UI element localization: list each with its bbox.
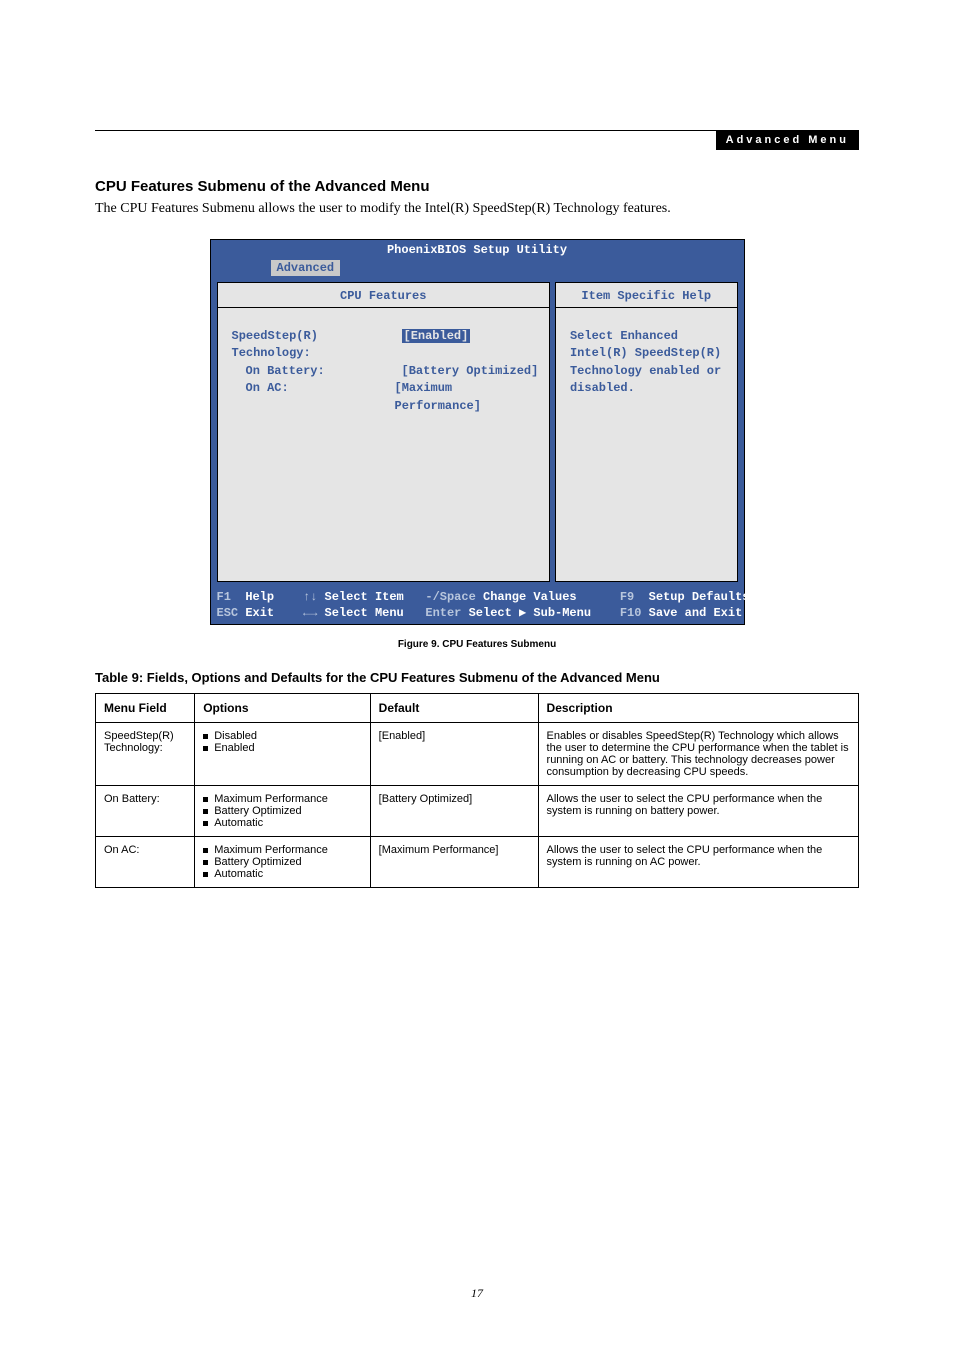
bios-footer: F1 Help ↑↓ Select Item -/Space Change Va… [211, 587, 744, 624]
cell-options: Maximum Performance Battery Optimized Au… [195, 786, 370, 837]
table-row: SpeedStep(R) Technology: Disabled Enable… [96, 723, 859, 786]
table-title: Table 9: Fields, Options and Defaults fo… [95, 670, 859, 685]
bios-item-label: On AC: [232, 380, 395, 415]
section-intro: The CPU Features Submenu allows the user… [95, 201, 859, 217]
bios-item-value: [Maximum Performance] [395, 380, 539, 415]
cell-description: Allows the user to select the CPU perfor… [538, 786, 858, 837]
bios-screenshot: PhoenixBIOS Setup Utility Advanced CPU F… [210, 239, 745, 625]
bios-left-panel: CPU Features SpeedStep(R) Technology: [E… [217, 282, 550, 582]
bios-tab-advanced: Advanced [271, 260, 341, 276]
table-row: On AC: Maximum Performance Battery Optim… [96, 837, 859, 888]
bios-footer-key: F1 [217, 589, 231, 605]
bios-footer-label: Select Menu [325, 605, 404, 621]
option-item: Battery Optimized [203, 856, 361, 868]
option-item: Enabled [203, 742, 361, 754]
bios-menubar: Advanced [211, 259, 744, 277]
bios-footer-label: Help [245, 589, 274, 605]
th-description: Description [538, 694, 858, 723]
bios-item-label: SpeedStep(R) Technology: [232, 328, 402, 363]
cell-options: Disabled Enabled [195, 723, 370, 786]
bios-footer-key: ←→ [303, 605, 317, 621]
bios-footer-key: -/Space [425, 589, 475, 605]
option-item: Automatic [203, 817, 361, 829]
cell-menu-field: SpeedStep(R) Technology: [96, 723, 195, 786]
bios-help-line: Technology enabled or [570, 363, 727, 380]
bios-footer-label: Exit [245, 605, 274, 621]
bios-right-panel: Item Specific Help Select Enhanced Intel… [555, 282, 738, 582]
section-title: CPU Features Submenu of the Advanced Men… [95, 178, 859, 195]
options-table: Menu Field Options Default Description S… [95, 693, 859, 888]
bios-footer-key: ESC [217, 605, 239, 621]
cell-default: [Maximum Performance] [370, 837, 538, 888]
cell-menu-field: On Battery: [96, 786, 195, 837]
bios-footer-label: Save and Exit [649, 605, 743, 621]
bios-item-value-selected: [Enabled] [402, 329, 471, 343]
bios-help-line: Select Enhanced [570, 328, 727, 345]
cell-default: [Enabled] [370, 723, 538, 786]
table-row: On Battery: Maximum Performance Battery … [96, 786, 859, 837]
bios-item-value: [Battery Optimized] [402, 363, 539, 380]
figure-caption: Figure 9. CPU Features Submenu [95, 639, 859, 650]
cell-description: Enables or disables SpeedStep(R) Technol… [538, 723, 858, 786]
option-item: Disabled [203, 730, 361, 742]
bios-footer-key: F10 [620, 605, 642, 621]
bios-item-label: On Battery: [232, 363, 402, 380]
cell-menu-field: On AC: [96, 837, 195, 888]
header-menu-label: Advanced Menu [716, 130, 859, 150]
bios-footer-key: Enter [425, 605, 461, 621]
option-item: Automatic [203, 868, 361, 880]
cell-default: [Battery Optimized] [370, 786, 538, 837]
bios-footer-label: Change Values [483, 589, 577, 605]
bios-help-line: Intel(R) SpeedStep(R) [570, 345, 727, 362]
th-options: Options [195, 694, 370, 723]
cell-description: Allows the user to select the CPU perfor… [538, 837, 858, 888]
option-item: Maximum Performance [203, 793, 361, 805]
page-number: 17 [0, 1286, 954, 1301]
option-item: Maximum Performance [203, 844, 361, 856]
bios-help-line: disabled. [570, 380, 727, 397]
th-menu-field: Menu Field [96, 694, 195, 723]
bios-right-panel-title: Item Specific Help [556, 283, 737, 308]
bios-title: PhoenixBIOS Setup Utility [211, 240, 744, 259]
bios-footer-label: Select Item [325, 589, 404, 605]
bios-footer-key: F9 [620, 589, 634, 605]
cell-options: Maximum Performance Battery Optimized Au… [195, 837, 370, 888]
bios-footer-label: Select ▶ Sub-Menu [469, 605, 591, 621]
bios-footer-key: ↑↓ [303, 589, 317, 605]
option-item: Battery Optimized [203, 805, 361, 817]
bios-left-panel-title: CPU Features [218, 283, 549, 308]
bios-footer-label: Setup Defaults [649, 589, 750, 605]
th-default: Default [370, 694, 538, 723]
